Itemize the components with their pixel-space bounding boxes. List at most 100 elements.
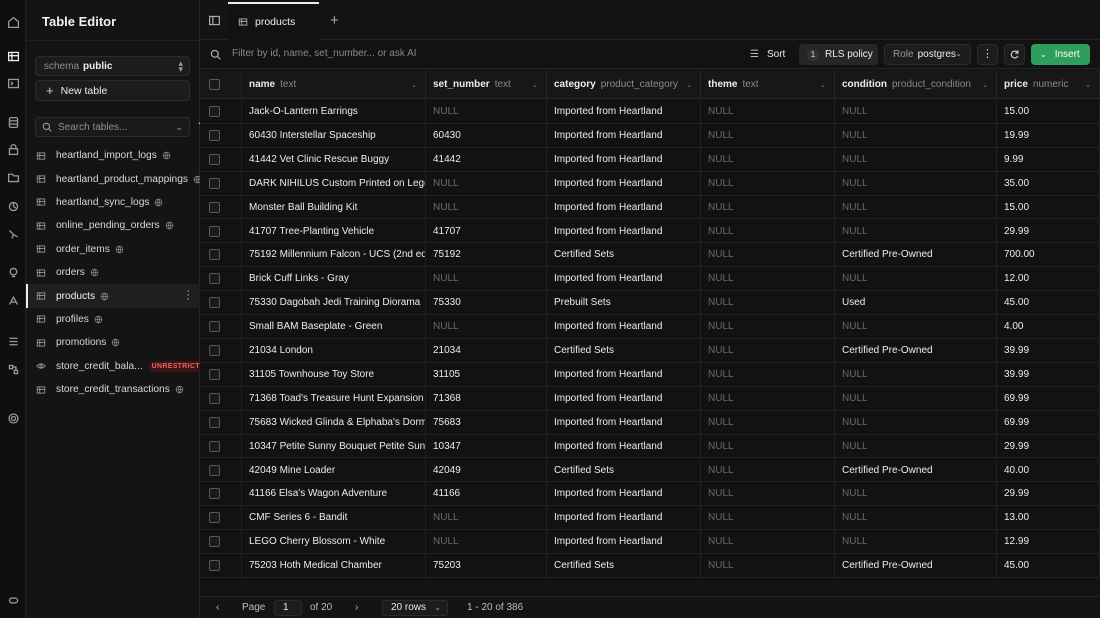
row-checkbox[interactable] bbox=[209, 416, 220, 428]
cell-category[interactable]: Imported from Heartland bbox=[547, 410, 701, 434]
cell-price[interactable]: 15.00 bbox=[997, 100, 1100, 123]
cell-name[interactable]: 71368 Toad's Treasure Hunt Expansion Set bbox=[242, 386, 426, 410]
sort-toggle-icon[interactable]: ⌄ bbox=[175, 122, 183, 133]
column-header-name[interactable]: name text ⌄ bbox=[242, 70, 426, 99]
chevron-down-icon[interactable]: ⌄ bbox=[532, 81, 538, 89]
row-checkbox[interactable] bbox=[209, 177, 220, 189]
row-checkbox[interactable] bbox=[209, 321, 220, 333]
cell-set-number[interactable]: 41707 bbox=[426, 219, 547, 243]
more-icon[interactable]: · · · bbox=[186, 286, 190, 305]
cell-name[interactable]: 41442 Vet Clinic Rescue Buggy bbox=[242, 147, 426, 171]
cell-name[interactable]: 60430 Interstellar Spaceship bbox=[242, 123, 426, 147]
row-checkbox[interactable] bbox=[209, 464, 220, 476]
cell-price[interactable]: 29.99 bbox=[997, 219, 1100, 243]
prev-page-button[interactable]: ‹ bbox=[216, 602, 219, 613]
more-options-button[interactable]: ⋮ bbox=[977, 44, 998, 65]
row-checkbox[interactable] bbox=[209, 536, 220, 548]
cell-theme[interactable]: NULL bbox=[701, 100, 835, 123]
cell-price[interactable]: 39.99 bbox=[997, 339, 1100, 362]
cell-category[interactable]: Certified Sets bbox=[547, 339, 701, 362]
cell-theme[interactable]: NULL bbox=[701, 339, 835, 362]
cell-category[interactable]: Prebuilt Sets bbox=[547, 291, 701, 315]
cell-price[interactable]: 12.99 bbox=[997, 530, 1100, 554]
cell-condition[interactable]: NULL bbox=[835, 506, 997, 530]
sidebar-item-promotions[interactable]: promotions bbox=[26, 331, 200, 354]
row-checkbox[interactable] bbox=[209, 345, 220, 356]
cell-category[interactable]: Imported from Heartland bbox=[547, 123, 701, 147]
cell-set-number[interactable]: NULL bbox=[426, 506, 547, 530]
sidebar-item-heartland-import-logs[interactable]: heartland_import_logs bbox=[26, 144, 200, 167]
cell-name[interactable]: 41166 Elsa's Wagon Adventure bbox=[242, 482, 426, 506]
cell-name[interactable]: Small BAM Baseplate - Green bbox=[242, 315, 426, 339]
cell-condition[interactable]: NULL bbox=[835, 434, 997, 458]
rls-policy-button[interactable]: 1 RLS policy bbox=[799, 44, 878, 65]
cell-category[interactable]: Certified Sets bbox=[547, 554, 701, 578]
cell-price[interactable]: 29.99 bbox=[997, 482, 1100, 506]
database-icon[interactable] bbox=[3, 112, 23, 132]
cell-set-number[interactable]: 41166 bbox=[426, 482, 547, 506]
cell-theme[interactable]: NULL bbox=[701, 530, 835, 554]
cell-price[interactable]: 45.00 bbox=[997, 291, 1100, 315]
sidebar-item-heartland-product-mappings[interactable]: heartland_product_mappings bbox=[26, 167, 202, 190]
cell-price[interactable]: 13.00 bbox=[997, 506, 1100, 530]
logs-icon[interactable] bbox=[3, 331, 23, 351]
row-checkbox[interactable] bbox=[209, 488, 220, 500]
cell-name[interactable]: 10347 Petite Sunny Bouquet Petite Sunflo… bbox=[242, 434, 426, 458]
cell-set-number[interactable]: NULL bbox=[426, 171, 547, 195]
cell-condition[interactable]: NULL bbox=[835, 267, 997, 291]
sidebar-item-store-credit-transactions[interactable]: store_credit_transactions bbox=[26, 378, 200, 401]
insert-button[interactable]: ⌄ Insert bbox=[1031, 44, 1090, 65]
row-checkbox[interactable] bbox=[209, 249, 220, 261]
sidebar-toggle-icon[interactable] bbox=[208, 14, 221, 27]
cell-theme[interactable]: NULL bbox=[701, 291, 835, 315]
integrations-icon[interactable] bbox=[3, 359, 23, 379]
cell-name[interactable]: 75192 Millennium Falcon - UCS (2nd editi… bbox=[242, 243, 426, 267]
cell-condition[interactable]: Certified Pre-Owned bbox=[835, 339, 997, 362]
chevron-down-icon[interactable]: ⌄ bbox=[982, 81, 988, 89]
table-editor-icon[interactable] bbox=[3, 46, 23, 66]
cell-theme[interactable]: NULL bbox=[701, 315, 835, 339]
cell-set-number[interactable]: 71368 bbox=[426, 386, 547, 410]
cell-theme[interactable]: NULL bbox=[701, 147, 835, 171]
row-checkbox[interactable] bbox=[209, 368, 220, 380]
cell-price[interactable]: 69.99 bbox=[997, 386, 1100, 410]
cell-set-number[interactable]: NULL bbox=[426, 100, 547, 123]
cell-category[interactable]: Imported from Heartland bbox=[547, 267, 701, 291]
cell-condition[interactable]: NULL bbox=[835, 530, 997, 554]
refresh-button[interactable] bbox=[1004, 44, 1025, 65]
cell-price[interactable]: 69.99 bbox=[997, 410, 1100, 434]
cell-category[interactable]: Imported from Heartland bbox=[547, 171, 701, 195]
search-tables-input[interactable]: Search tables... ⌄ bbox=[35, 117, 190, 137]
cell-condition[interactable]: Used bbox=[835, 291, 997, 315]
chevron-down-icon[interactable]: ⌄ bbox=[1085, 81, 1091, 89]
chevron-down-icon[interactable]: ⌄ bbox=[686, 81, 692, 89]
cell-set-number[interactable]: 41442 bbox=[426, 147, 547, 171]
cell-set-number[interactable]: NULL bbox=[426, 530, 547, 554]
cell-theme[interactable]: NULL bbox=[701, 195, 835, 219]
column-header-theme[interactable]: theme text ⌄ bbox=[701, 70, 835, 99]
cell-theme[interactable]: NULL bbox=[701, 434, 835, 458]
cell-name[interactable]: 42049 Mine Loader bbox=[242, 458, 426, 482]
chevron-down-icon[interactable]: ⌄ bbox=[411, 81, 417, 89]
row-checkbox[interactable] bbox=[209, 225, 220, 237]
cell-theme[interactable]: NULL bbox=[701, 123, 835, 147]
cell-price[interactable]: 15.00 bbox=[997, 195, 1100, 219]
cell-condition[interactable]: NULL bbox=[835, 410, 997, 434]
cell-name[interactable]: 21034 London bbox=[242, 339, 426, 362]
cell-category[interactable]: Imported from Heartland bbox=[547, 315, 701, 339]
sql-editor-icon[interactable] bbox=[3, 73, 23, 93]
row-checkbox[interactable] bbox=[209, 297, 220, 309]
schema-selector[interactable]: schema public ▴ ▾ bbox=[35, 56, 190, 76]
cell-condition[interactable]: NULL bbox=[835, 362, 997, 386]
cell-condition[interactable]: Certified Pre-Owned bbox=[835, 458, 997, 482]
cell-category[interactable]: Imported from Heartland bbox=[547, 362, 701, 386]
cell-theme[interactable]: NULL bbox=[701, 171, 835, 195]
home-icon[interactable] bbox=[3, 12, 23, 32]
cell-condition[interactable]: NULL bbox=[835, 147, 997, 171]
row-checkbox[interactable] bbox=[209, 440, 220, 452]
cell-theme[interactable]: NULL bbox=[701, 386, 835, 410]
cell-condition[interactable]: NULL bbox=[835, 195, 997, 219]
new-tab-icon[interactable]: + bbox=[330, 12, 339, 29]
cell-set-number[interactable]: 75192 bbox=[426, 243, 547, 267]
cell-condition[interactable]: NULL bbox=[835, 386, 997, 410]
